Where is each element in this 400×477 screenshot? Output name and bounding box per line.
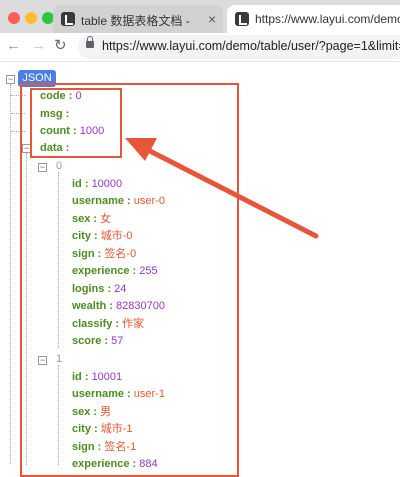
json-tree-view: − JSON code : 0 msg : count : 1000 − dat… [0, 62, 400, 477]
layui-favicon-icon [61, 12, 75, 26]
tab-json-url[interactable]: https://www.layui.com/demo/table/ [227, 5, 400, 33]
reload-button[interactable]: ↻ [54, 38, 67, 54]
layui-favicon-icon [235, 12, 249, 26]
url-text: https://www.layui.com/demo/table/user/?p… [102, 39, 400, 53]
lock-icon [86, 36, 94, 48]
minimize-window-button[interactable] [25, 12, 37, 24]
close-window-button[interactable] [8, 12, 20, 24]
tab-title: https://www.layui.com/demo/table/ [255, 12, 400, 26]
tab-layui-table-docs[interactable]: table 数据表格文档 - layui × [53, 5, 223, 33]
back-button[interactable]: ← [6, 38, 21, 54]
close-tab-icon[interactable]: × [208, 11, 216, 27]
tab-strip: table 数据表格文档 - layui × https://www.layui… [0, 0, 400, 33]
tab-title: table 数据表格文档 - layui [81, 14, 191, 28]
annotation-arrow-icon [125, 138, 319, 239]
browser-toolbar: ← → ↻ https://www.layui.com/demo/table/u… [0, 33, 400, 62]
forward-button[interactable]: → [31, 38, 46, 54]
address-bar[interactable]: https://www.layui.com/demo/table/user/?p… [78, 35, 400, 59]
